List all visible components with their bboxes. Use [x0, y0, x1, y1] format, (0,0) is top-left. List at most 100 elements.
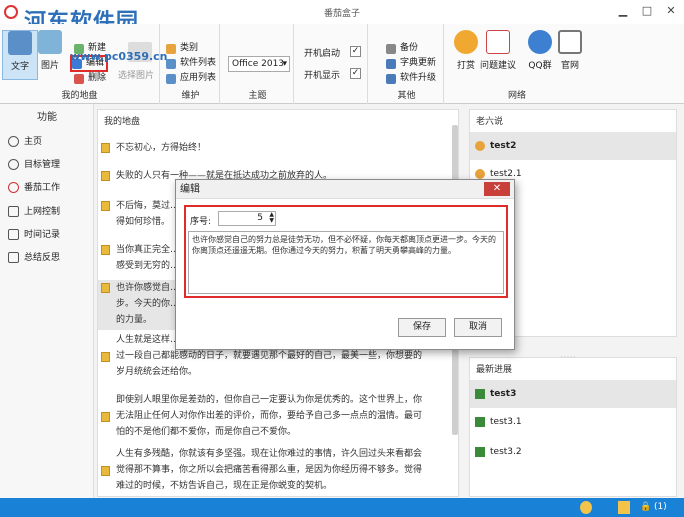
note-text: 怕的不是他们都不爱你，而是你自己不爱你。 — [116, 427, 297, 437]
note-text: 人生就是这样… — [116, 335, 180, 345]
delete-button[interactable]: 删除 — [74, 72, 106, 85]
feedback-icon — [486, 30, 510, 54]
note-icon — [101, 352, 110, 362]
note-icon — [101, 283, 110, 293]
backup-button[interactable]: 备份 — [386, 42, 418, 55]
category-label: 类别 — [180, 43, 199, 53]
nav-label: 时间记录 — [24, 230, 61, 240]
dict-update-label: 字典更新 — [400, 58, 437, 68]
group-my-notes: 文字 图片 新建 编辑 删除 选择图片 我的地盘 — [0, 24, 160, 104]
note-item[interactable]: 不忘初心，方得始终！ — [98, 140, 448, 156]
note-text: 即使别人眼里你是差劲的，但你自己一定要认为你是优秀的。这个世界上，你 — [116, 395, 423, 405]
monitor-icon — [8, 206, 19, 217]
saying-text: test2.1 — [490, 169, 522, 179]
progress-panel: 最新进展 test3 test3.1 test3.2 — [469, 357, 677, 497]
note-text: 不忘初心，方得始终！ — [116, 143, 207, 153]
nav-label: 上网控制 — [24, 207, 61, 217]
tray-icon[interactable] — [618, 501, 630, 514]
image-button-label: 图片 — [40, 61, 59, 71]
stepper-arrows-icon[interactable]: ▲ ▼ — [269, 212, 274, 224]
dict-update-icon — [386, 59, 396, 69]
notes-heading: 我的地盘 — [104, 117, 141, 127]
flag-icon — [475, 447, 485, 457]
theme-select[interactable]: Office 2013 ▾ — [228, 56, 290, 72]
app-list-button[interactable]: 应用列表 — [166, 72, 216, 85]
software-list-button[interactable]: 软件列表 — [166, 57, 216, 70]
autoshow-checkbox[interactable]: ✓ — [350, 68, 361, 79]
group-label-other: 其他 — [397, 91, 416, 101]
progress-text: test3 — [490, 389, 517, 399]
dict-update-button[interactable]: 字典更新 — [386, 57, 436, 70]
flag-icon — [475, 417, 485, 427]
group-label-maintain: 维护 — [181, 91, 200, 101]
note-item[interactable]: 即使别人眼里你是差劲的，但你自己一定要认为你是优秀的。这个世界上，你 无法阻止任何… — [98, 392, 448, 442]
minimize-button[interactable]: ▁ — [614, 4, 632, 18]
home-icon — [8, 136, 19, 147]
lock-icon[interactable]: 🔒 — [640, 501, 651, 514]
autoshow-label: 开机显示 — [304, 71, 341, 81]
group-label-my-notes: 我的地盘 — [61, 91, 98, 101]
maximize-button[interactable]: □ — [638, 4, 656, 18]
progress-item[interactable]: test3.2 — [470, 438, 676, 466]
nav-heading: 功能 — [37, 112, 57, 123]
note-text: 难过的时候，不妨告诉自己，现在正是你蜕变的契机。 — [116, 481, 333, 491]
cancel-button[interactable]: 取消 — [454, 318, 502, 337]
nav-item-time-log[interactable]: 时间记录 — [8, 225, 92, 245]
qq-label: QQ群 — [528, 61, 552, 71]
image-button[interactable]: 图片 — [32, 30, 68, 80]
note-text: 当你真正完全… — [116, 245, 180, 255]
note-text: 人生有多残酷，你就该有多坚强。现在让你难过的事情，许久回过头来看都会 — [116, 449, 423, 459]
upgrade-button[interactable]: 软件升级 — [386, 72, 436, 85]
save-button[interactable]: 保存 — [398, 318, 446, 337]
notification-icon[interactable] — [580, 501, 592, 514]
nav-item-goals[interactable]: 目标管理 — [8, 155, 92, 175]
dialog-close-button[interactable]: ✕ — [484, 182, 510, 196]
progress-text: test3.2 — [490, 447, 522, 457]
clock-icon — [8, 182, 19, 193]
note-text: 得如何珍惜。 — [116, 217, 171, 227]
status-count: (1) — [654, 502, 667, 512]
app-logo-icon — [4, 5, 18, 19]
note-item[interactable]: 人生有多残酷，你就该有多坚强。现在让你难过的事情，许久回过头来看都会 觉得那不算事… — [98, 446, 448, 496]
nav-label: 主页 — [24, 137, 43, 147]
upgrade-icon — [386, 74, 396, 84]
calendar-icon — [8, 229, 19, 240]
note-text: 无法阻止任何人对你作出差的评价，而你，要给予自己多一点点的温情。最可 — [116, 411, 423, 421]
edit-dialog: 编辑 ✕ 序号: 5 ▲ ▼ 也许你感觉自己的努力总是徒劳无功，但不必怀疑，你每天… — [175, 179, 515, 350]
nav-item-web-control[interactable]: 上网控制 — [8, 202, 92, 222]
note-text: 过一段自己都能感动的日子，就要遇见那个最好的自己，最美一些，你想要的 — [116, 351, 423, 361]
feedback-button[interactable]: 问题建议 — [478, 30, 518, 80]
select-image-button[interactable]: 选择图片 — [118, 68, 154, 81]
theme-value: Office 2013 — [232, 59, 285, 69]
saying-icon — [475, 169, 485, 179]
software-list-label: 软件列表 — [180, 58, 217, 68]
progress-text: test3.1 — [490, 417, 522, 427]
seq-stepper[interactable]: 5 ▲ ▼ — [218, 211, 276, 226]
saying-item[interactable]: test2 — [470, 132, 676, 160]
autostart-checkbox[interactable]: ✓ — [350, 46, 361, 57]
list-icon — [8, 252, 19, 263]
status-bar: 🔒 (1) — [0, 498, 684, 517]
feedback-label: 问题建议 — [479, 61, 516, 71]
seq-label: 序号: — [190, 217, 212, 227]
autostart-label: 开机启动 — [304, 49, 341, 59]
app-list-icon — [166, 74, 176, 84]
nav-label: 番茄工作 — [24, 183, 61, 193]
group-settings: 开机启动 ✓ 开机显示 ✓ — [296, 24, 368, 104]
progress-item[interactable]: test3 — [470, 380, 676, 408]
progress-item[interactable]: test3.1 — [470, 408, 676, 436]
website-button[interactable]: 官网 — [552, 30, 588, 80]
note-text: 的力量。 — [116, 315, 153, 325]
home-icon — [558, 30, 582, 54]
close-button[interactable]: ✕ — [662, 4, 680, 18]
note-text: 也许你感觉自… — [116, 283, 180, 293]
app-list-label: 应用列表 — [180, 73, 217, 83]
group-maintain: 类别 软件列表 应用列表 维护 — [162, 24, 220, 104]
nav-item-home[interactable]: 主页 — [8, 132, 92, 152]
nav-item-review[interactable]: 总结反思 — [8, 248, 92, 268]
content-textarea[interactable]: 也许你感觉自己的努力总是徒劳无功，但不必怀疑，你每天都离顶点更进一步。今天的你离… — [188, 231, 504, 294]
group-network: 打赏 问题建议 QQ群 官网 网络 — [446, 24, 588, 104]
category-button[interactable]: 类别 — [166, 42, 198, 55]
group-icon — [528, 30, 552, 54]
nav-item-pomodoro[interactable]: 番茄工作 — [8, 178, 92, 198]
